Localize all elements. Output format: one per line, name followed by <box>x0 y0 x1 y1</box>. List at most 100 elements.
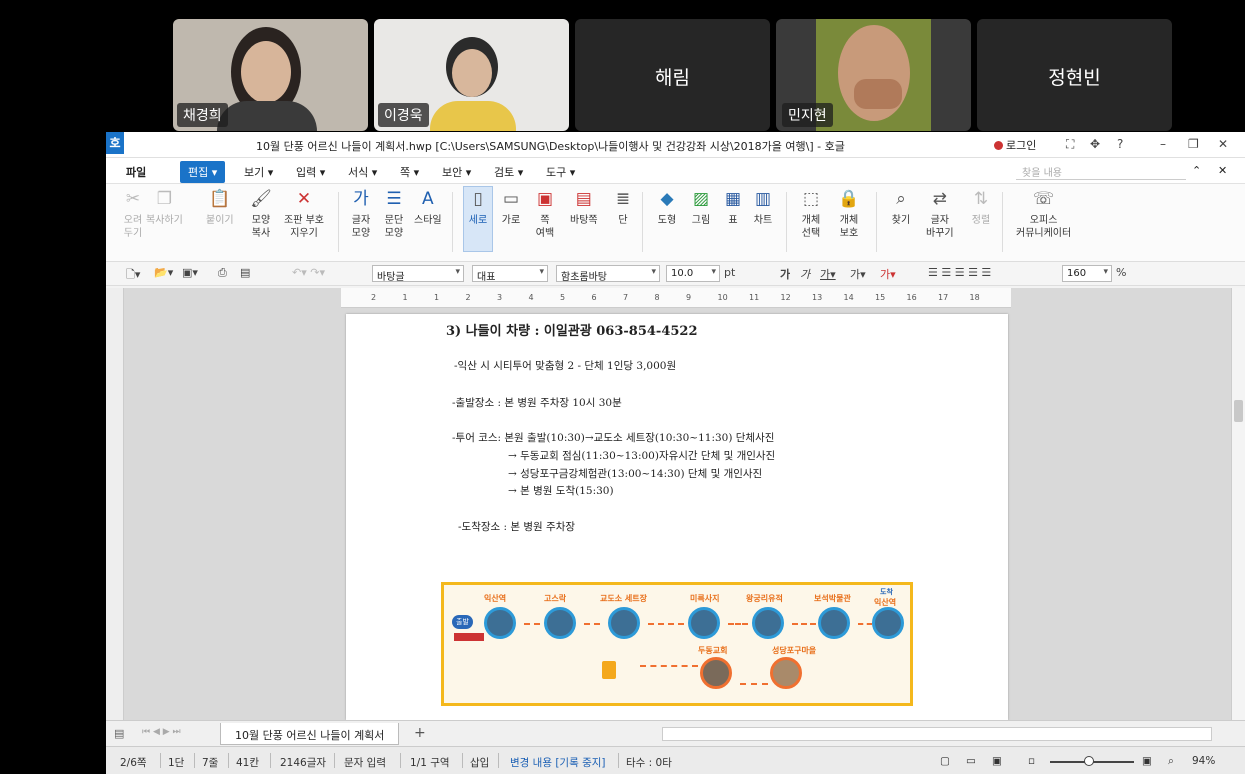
participant-tile-5[interactable]: 정현빈 <box>977 19 1172 131</box>
doc-line-1: -익산 시 시티투어 맞춤형 2 - 단체 1인당 3,000원 <box>454 360 677 372</box>
ruler-tick-label: 4 <box>528 293 534 302</box>
menu-view[interactable]: 보기 ▾ <box>244 164 273 180</box>
picture-button[interactable]: ▨ 그림 <box>690 188 712 227</box>
format-painter-button[interactable]: 🖌 모양 복사 <box>250 188 272 240</box>
stop-photo <box>752 607 784 639</box>
status-separator <box>498 753 499 768</box>
underline-icon[interactable]: 가▾ <box>820 266 836 282</box>
columns-button[interactable]: ≣ 단 <box>612 188 634 227</box>
font-size-input[interactable]: 10.0 <box>666 265 720 282</box>
align-icons[interactable]: ☰ ☰ ☰ ☰ ☰ <box>928 266 991 279</box>
participant-name: 정현빈 <box>1048 67 1101 89</box>
find-button[interactable]: ⌕ 찾기 <box>890 188 912 227</box>
search-input[interactable]: 찾을 내용 <box>1016 162 1186 180</box>
strike-icon[interactable]: 가▾ <box>850 266 866 282</box>
para-shape-button[interactable]: ☰ 문단 모양 <box>383 188 405 240</box>
sort-button[interactable]: ⇅ 정렬 <box>970 188 992 227</box>
view-page-icon[interactable]: ▣ <box>992 755 1002 767</box>
new-doc-icon[interactable]: 🗋▾ <box>126 266 140 285</box>
open-icon[interactable]: 📂▾ <box>154 266 173 279</box>
tab-list-icon[interactable]: ▤ <box>114 727 124 740</box>
menu-label: 검토 <box>494 166 515 179</box>
menu-file[interactable]: 파일 <box>126 164 146 180</box>
fullscreen-icon[interactable]: ⛶ <box>1066 137 1074 152</box>
zoom-input[interactable]: 160 <box>1062 265 1112 282</box>
menu-security[interactable]: 보안 ▾ <box>442 164 471 180</box>
chart-button[interactable]: ▥ 차트 <box>752 188 774 227</box>
scroll-thumb[interactable] <box>1234 400 1243 422</box>
copy-button[interactable]: ❐ 복사하기 <box>146 188 183 227</box>
replace-char-button[interactable]: ⇄ 글자 바꾸기 <box>926 188 954 240</box>
participant-tile-2[interactable]: 이경욱 <box>374 19 569 131</box>
menu-label: 입력 <box>296 166 317 179</box>
close-doc-icon[interactable]: ✕ <box>1218 164 1227 177</box>
login-button[interactable]: 로그인 <box>994 137 1036 153</box>
participant-tile-1[interactable]: 채경희 <box>173 19 368 131</box>
cut-label-2: 두기 <box>123 228 143 239</box>
tour-route-image[interactable]: 출발 익산역 고스락 교도소 세트장 미륵사지 왕궁리유적 보석박물관 도착 익… <box>441 582 913 706</box>
menu-format[interactable]: 서식 ▾ <box>348 164 377 180</box>
horizontal-scrollbar[interactable] <box>662 727 1212 741</box>
find-label: 찾기 <box>891 215 911 226</box>
status-insert[interactable]: 삽입 <box>470 755 489 770</box>
menu-edit[interactable]: 편집 ▾ <box>180 161 226 183</box>
print-icon[interactable]: ⎙ <box>218 266 227 280</box>
landscape-label: 가로 <box>501 215 521 226</box>
font-color-icon[interactable]: 가▾ <box>880 266 896 282</box>
status-page[interactable]: 2/6쪽 <box>120 755 147 770</box>
shape-button[interactable]: ◆ 도형 <box>656 188 678 227</box>
view-normal-icon[interactable]: ▢ <box>940 755 950 767</box>
move-icon[interactable]: ✥ <box>1090 137 1100 151</box>
margin-button[interactable]: ▣ 쪽 여백 <box>534 188 556 240</box>
paste-button[interactable]: 📋 붙이기 <box>206 188 234 227</box>
view-web-icon[interactable]: ▭ <box>966 755 976 767</box>
language-select[interactable]: 대표 <box>472 265 548 283</box>
menu-label: 보기 <box>244 166 265 179</box>
ruler-tick-label: 6 <box>591 293 597 302</box>
ribbon-collapse-icon[interactable]: ⌃ <box>1192 164 1201 177</box>
zoom-search-icon[interactable]: ⌕ <box>1168 755 1174 768</box>
char-shape-button[interactable]: 가 글자 모양 <box>350 188 372 240</box>
italic-icon[interactable]: 가 <box>800 266 810 282</box>
status-track-changes[interactable]: 변경 내용 [기록 중지] <box>510 755 606 770</box>
office-communicator-button[interactable]: ☏ 오피스 커뮤니케이터 <box>1016 188 1071 240</box>
participant-name: 해림 <box>655 67 690 89</box>
master-page-button[interactable]: ▤ 바탕쪽 <box>570 188 598 227</box>
vertical-scrollbar[interactable] <box>1231 288 1245 720</box>
participant-tile-3[interactable]: 해림 <box>575 19 770 131</box>
table-button[interactable]: ▦ 표 <box>722 188 744 227</box>
restore-icon[interactable]: ❐ <box>1188 137 1199 151</box>
menu-page[interactable]: 쪽 ▾ <box>400 164 419 180</box>
add-tab-button[interactable]: + <box>414 725 426 741</box>
tab-nav-icons[interactable]: ⏮ ◀ ▶ ⏭ <box>142 727 181 737</box>
cut-button[interactable]: ✂ 오려 두기 <box>122 188 144 240</box>
participant-tile-4[interactable]: 민지현 <box>776 19 971 131</box>
save-icon[interactable]: ▣▾ <box>182 266 198 279</box>
ribbon-toolbar: ✂ 오려 두기 ❐ 복사하기 📋 붙이기 🖌 모양 복사 ✕ 조판 부호 지우기 가 글자 모양 ☰… <box>106 184 1245 262</box>
bold-icon[interactable]: 가 <box>780 266 790 282</box>
zoom-slider-thumb[interactable] <box>1084 756 1094 766</box>
help-icon[interactable]: ? <box>1117 137 1123 151</box>
landscape-button[interactable]: ▭ 가로 <box>500 188 522 227</box>
menu-tools[interactable]: 도구 ▾ <box>546 164 575 180</box>
style-button[interactable]: A 스타일 <box>414 188 442 227</box>
clear-codes-button[interactable]: ✕ 조판 부호 지우기 <box>284 188 324 240</box>
preview-icon[interactable]: ▤ <box>240 266 250 279</box>
menu-insert[interactable]: 입력 ▾ <box>296 164 325 180</box>
select-object-button[interactable]: ⬚ 개체 선택 <box>800 188 822 240</box>
app-logo-icon[interactable]: 호 <box>106 132 124 154</box>
minimize-icon[interactable]: – <box>1160 137 1166 151</box>
menu-review[interactable]: 검토 ▾ <box>494 164 523 180</box>
chart-label: 차트 <box>753 215 773 226</box>
zoom-out-icon[interactable]: ▫ <box>1028 755 1035 767</box>
ruler-tick-label: 18 <box>969 293 980 302</box>
close-icon[interactable]: ✕ <box>1218 137 1228 151</box>
undo-icon[interactable]: ↶▾ ↷▾ <box>292 266 325 279</box>
font-select[interactable]: 함초롬바탕 <box>556 265 660 283</box>
style-select[interactable]: 바탕글 <box>372 265 464 283</box>
document-page[interactable]: 3) 나들이 차량 : 이일관광 063-854-4522 -익산 시 시티투어… <box>346 314 1008 720</box>
protect-object-button[interactable]: 🔒 개체 보호 <box>838 188 860 240</box>
tab-document[interactable]: 10월 단풍 어르신 나들이 계획서 <box>220 723 400 745</box>
portrait-button[interactable]: ▯ 세로 <box>467 188 489 227</box>
zoom-in-icon[interactable]: ▣ <box>1142 755 1152 767</box>
